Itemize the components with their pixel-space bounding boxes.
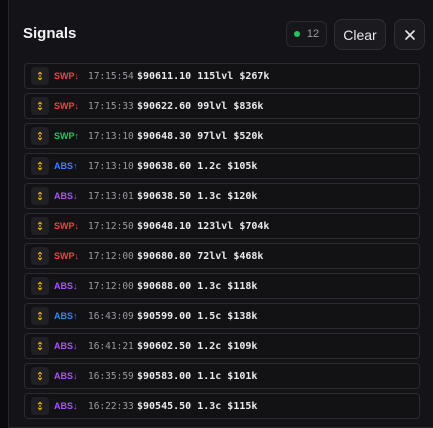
panel-header: Signals 12 Clear [9,0,433,64]
signals-panel: Signals 12 Clear SWP↓ 17:15:54 $90611.10 1… [8,0,433,428]
signal-detail: $90680.80 72lvl $468k [137,250,264,262]
signal-detail: $90545.50 1.3c $115k [137,400,258,412]
signal-time: 16:22:33 [88,400,134,412]
signal-list[interactable]: SWP↓ 17:15:54 $90611.10 115lvl $267k SWP↓ 17… [24,63,420,423]
signal-time: 17:15:33 [88,100,134,112]
signal-time: 17:12:00 [88,280,134,292]
signal-type: SWP↓ [54,101,80,111]
signal-detail: $90599.00 1.5c $138k [137,310,258,322]
signal-row[interactable]: SWP↓ 17:12:00 $90680.80 72lvl $468k [24,243,420,269]
signal-time: 17:15:54 [88,70,134,82]
binance-icon [31,277,49,295]
signal-detail: $90583.00 1.1c $101k [137,370,258,382]
signal-row[interactable]: ABS↑ 16:43:09 $90599.00 1.5c $138k [24,303,420,329]
signal-type: SWP↑ [54,131,80,141]
signal-type: SWP↓ [54,221,80,231]
signal-row[interactable]: SWP↑ 17:13:10 $90648.30 97lvl $520k [24,123,420,149]
binance-icon [31,187,49,205]
signal-detail: $90648.30 97lvl $520k [137,130,264,142]
signal-row[interactable]: SWP↓ 17:12:50 $90648.10 123lvl $704k [24,213,420,239]
signal-time: 16:41:21 [88,340,134,352]
clear-button[interactable]: Clear [334,19,386,50]
binance-icon [31,157,49,175]
signal-detail: $90602.50 1.2c $109k [137,340,258,352]
signal-type: ABS↑ [54,311,78,321]
signal-time: 17:13:10 [88,160,134,172]
binance-icon [31,217,49,235]
signal-type: SWP↓ [54,71,80,81]
panel-title: Signals [23,25,77,42]
signal-row[interactable]: SWP↓ 17:15:54 $90611.10 115lvl $267k [24,63,420,89]
binance-icon [31,337,49,355]
signal-row[interactable]: ABS↓ 17:12:00 $90688.00 1.3c $118k [24,273,420,299]
signal-detail: $90622.60 99lvl $836k [137,100,264,112]
signal-time: 17:13:10 [88,130,134,142]
binance-icon [31,307,49,325]
signal-type: ABS↓ [54,191,78,201]
binance-icon [31,247,49,265]
close-icon [404,29,415,40]
signal-row[interactable]: ABS↓ 17:13:01 $90638.50 1.3c $120k [24,183,420,209]
binance-icon [31,367,49,385]
close-button[interactable] [394,19,425,50]
signal-type: SWP↓ [54,251,80,261]
binance-icon [31,397,49,415]
signal-time: 16:43:09 [88,310,134,322]
signal-type: ABS↓ [54,371,78,381]
signal-row[interactable]: SWP↓ 17:15:33 $90622.60 99lvl $836k [24,93,420,119]
signal-time: 17:12:00 [88,250,134,262]
signal-row[interactable]: ABS↓ 16:22:33 $90545.50 1.3c $115k [24,393,420,419]
live-status-dot [293,31,300,37]
signal-type: ABS↓ [54,341,78,351]
signal-type: ABS↓ [54,281,78,291]
signal-detail: $90611.10 115lvl $267k [137,70,270,82]
signal-row[interactable]: ABS↓ 16:41:21 $90602.50 1.2c $109k [24,333,420,359]
signal-time: 17:12:50 [88,220,134,232]
signal-count-badge: 12 [286,21,327,47]
binance-icon [31,67,49,85]
signal-row[interactable]: ABS↑ 17:13:10 $90638.60 1.2c $105k [24,153,420,179]
signal-detail: $90638.60 1.2c $105k [137,160,258,172]
signal-detail: $90648.10 123lvl $704k [137,220,270,232]
signal-detail: $90638.50 1.3c $120k [137,190,258,202]
binance-icon [31,127,49,145]
signal-type: ABS↑ [54,161,78,171]
signal-row[interactable]: ABS↓ 16:35:59 $90583.00 1.1c $101k [24,363,420,389]
signal-detail: $90688.00 1.3c $118k [137,280,258,292]
signal-time: 17:13:01 [88,190,134,202]
binance-icon [31,97,49,115]
signal-type: ABS↓ [54,401,78,411]
signal-time: 16:35:59 [88,370,134,382]
signal-count: 12 [306,28,320,40]
